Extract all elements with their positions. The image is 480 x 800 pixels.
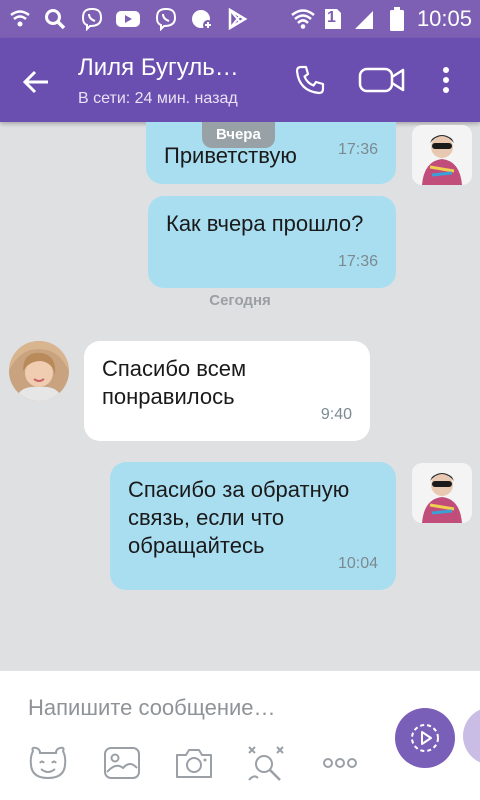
- viber-icon: [78, 7, 106, 31]
- gallery-icon: [104, 747, 140, 779]
- youtube-icon: [114, 7, 142, 31]
- avatar[interactable]: [412, 125, 472, 185]
- sticker-icon: [29, 746, 67, 780]
- sim-slot-label: 1: [327, 9, 336, 26]
- doodle-button[interactable]: [244, 743, 288, 783]
- call-button[interactable]: [286, 58, 334, 102]
- camera-icon: [176, 749, 212, 778]
- gallery-button[interactable]: [100, 743, 144, 783]
- more-button[interactable]: [318, 743, 362, 783]
- message-text: Спасибо за обратную связь, если что обра…: [128, 477, 350, 558]
- arrow-left-icon: [22, 70, 48, 94]
- message-bubble-outgoing[interactable]: Как вчера прошло? 17:36: [148, 196, 396, 288]
- last-seen-status: В сети: 24 мин. назад: [78, 90, 238, 107]
- play-store-icon: [224, 7, 250, 31]
- battery-icon: [388, 7, 406, 31]
- status-time: 10:05: [416, 6, 472, 31]
- video-call-button[interactable]: [358, 58, 406, 102]
- phone-icon: [295, 65, 325, 95]
- avatar[interactable]: [412, 463, 472, 523]
- avatar[interactable]: [9, 341, 69, 401]
- video-camera-icon: [358, 67, 405, 93]
- message-bubble-incoming[interactable]: Спасибо всем понравилось 9:40: [84, 341, 370, 441]
- more-options-button[interactable]: [424, 58, 468, 102]
- more-vertical-icon: [443, 67, 449, 93]
- back-button[interactable]: [14, 60, 58, 104]
- sticker-button[interactable]: [26, 743, 70, 783]
- message-list[interactable]: Приветствую 17:36 Вчера Как вчера прошло…: [0, 122, 480, 670]
- message-text: Как вчера прошло?: [166, 211, 364, 236]
- video-message-icon: [411, 724, 439, 752]
- date-separator: Сегодня: [209, 292, 271, 309]
- doodle-icon: [248, 746, 284, 781]
- message-text: Спасибо всем понравилось: [102, 356, 247, 409]
- date-separator: Вчера: [202, 122, 275, 148]
- sim-card-icon: 1: [322, 7, 344, 31]
- search-icon: [42, 7, 68, 31]
- message-input[interactable]: [28, 691, 368, 725]
- camera-button[interactable]: [172, 743, 216, 783]
- message-time: 10:04: [337, 555, 378, 572]
- contact-name[interactable]: Лиля Бугуль…: [78, 54, 239, 82]
- viber-icon: [152, 7, 180, 31]
- signal-icon: [352, 7, 376, 31]
- message-bubble-outgoing[interactable]: Спасибо за обратную связь, если что обра…: [110, 462, 396, 590]
- data-saver-icon: [188, 7, 216, 31]
- chat-header: Лиля Бугуль… В сети: 24 мин. назад: [0, 38, 480, 122]
- message-composer: [0, 670, 480, 800]
- wifi-icon: [290, 7, 316, 31]
- wifi-call-icon: [8, 7, 32, 31]
- status-bar: 1 10:05: [0, 0, 480, 38]
- message-time: 9:40: [320, 406, 352, 423]
- more-icon: [323, 758, 357, 768]
- message-time: 17:36: [337, 253, 378, 270]
- video-message-button[interactable]: [395, 708, 455, 768]
- message-time: 17:36: [337, 141, 378, 158]
